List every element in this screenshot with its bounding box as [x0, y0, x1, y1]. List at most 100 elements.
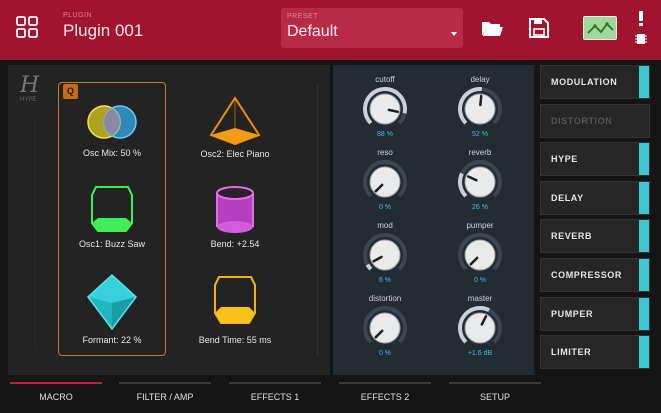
- mod-knob-dial[interactable]: [358, 232, 412, 276]
- macro-osc2[interactable]: Osc2: Elec Piano: [175, 95, 295, 159]
- fx-compressor[interactable]: COMPRESSOR: [540, 257, 650, 292]
- knob-label: pumper: [466, 221, 494, 230]
- fx-label: REVERB: [551, 231, 593, 242]
- knob-label: distortion: [368, 294, 402, 303]
- macro-bend[interactable]: Bend: +2.54: [175, 183, 295, 249]
- preset-dropdown[interactable]: Preset Default: [281, 8, 463, 48]
- tab-indicator: [119, 382, 211, 384]
- scrollbar[interactable]: [317, 85, 321, 355]
- knob-pumper[interactable]: pumper 0 %: [445, 221, 515, 284]
- knob-reverb[interactable]: reverb 26 %: [445, 148, 515, 211]
- tab-label: MACRO: [39, 392, 73, 402]
- fx-enable-tab[interactable]: [639, 181, 649, 214]
- fx-hype[interactable]: HYPE: [540, 142, 650, 177]
- knob-value: 0 %: [378, 350, 392, 357]
- knob-cap: [369, 312, 401, 344]
- fx-enable-tab[interactable]: [639, 220, 649, 253]
- knob-mod[interactable]: mod 6 %: [350, 221, 420, 284]
- knob-distortion[interactable]: distortion 0 %: [350, 294, 420, 357]
- macro-panel: H HYPE Q Osc Mix: 50 % Osc2: Elec Piano …: [8, 65, 330, 375]
- knob-cutoff[interactable]: cutoff 88 %: [350, 75, 420, 138]
- knob-delay[interactable]: delay 52 %: [445, 75, 515, 138]
- macro-label: Formant: 22 %: [82, 335, 142, 345]
- bottom-tab-bar: MACRO FILTER / AMP EFFECTS 1 EFFECTS 2 S…: [0, 380, 661, 413]
- fx-modulation[interactable]: MODULATION: [540, 65, 650, 99]
- plugin-name: Plugin 001: [63, 21, 144, 40]
- tab-label: FILTER / AMP: [136, 392, 194, 402]
- fx-label: LIMITER: [551, 347, 592, 358]
- plugin-caption: Plugin: [63, 12, 93, 19]
- fx-label: HYPE: [551, 154, 578, 165]
- tab-setup[interactable]: SETUP: [449, 380, 549, 413]
- knob-value-arc: [365, 263, 373, 271]
- knob-cap: [464, 239, 496, 271]
- tab-effects-2[interactable]: EFFECTS 2: [339, 380, 439, 413]
- master-knob-dial[interactable]: [453, 305, 507, 349]
- plugin-selector[interactable]: Plugin Plugin 001: [63, 12, 143, 41]
- grid-icon[interactable]: [15, 15, 39, 39]
- macro-label: Osc1: Buzz Saw: [78, 239, 146, 249]
- side-strip: [18, 120, 36, 350]
- delay-knob-dial[interactable]: [453, 86, 507, 130]
- q-badge[interactable]: Q: [63, 84, 78, 99]
- knob-cap: [464, 312, 496, 344]
- tab-macro[interactable]: MACRO: [10, 380, 110, 413]
- knob-label: reso: [377, 148, 393, 157]
- green-prism-icon: [91, 186, 133, 232]
- knob-value: 88 %: [377, 131, 393, 138]
- save-icon[interactable]: [527, 16, 551, 40]
- fx-delay[interactable]: DELAY: [540, 180, 650, 215]
- fx-limiter[interactable]: LIMITER: [540, 335, 650, 370]
- effects-list: MODULATION DISTORTION HYPE DELAY REVERB …: [540, 65, 650, 374]
- macro-label: Osc2: Elec Piano: [200, 149, 270, 159]
- fx-pumper[interactable]: PUMPER: [540, 296, 650, 331]
- knob-label: delay: [470, 75, 490, 84]
- macro-label: Osc Mix: 50 %: [82, 148, 141, 158]
- folder-icon[interactable]: [480, 16, 504, 40]
- knob-label: reverb: [468, 148, 492, 157]
- knob-label: mod: [377, 221, 393, 230]
- knob-value: 52 %: [472, 131, 488, 138]
- fx-label: MODULATION: [551, 77, 618, 87]
- preset-caption: Preset: [287, 13, 319, 20]
- reverb-knob-dial[interactable]: [453, 159, 507, 203]
- cylinder-icon: [216, 186, 254, 233]
- macro-bend-time[interactable]: Bend Time: 55 ms: [175, 273, 295, 345]
- knob-pointer: [479, 94, 483, 107]
- macro-osc1[interactable]: Osc1: Buzz Saw: [52, 183, 172, 249]
- macro-label: Bend Time: 55 ms: [198, 335, 272, 345]
- chevron-down-icon: [451, 32, 457, 36]
- distortion-knob-dial[interactable]: [358, 305, 412, 349]
- preset-value: Default: [287, 23, 338, 40]
- knob-value: 0 %: [378, 204, 392, 211]
- fx-enable-tab[interactable]: [639, 336, 649, 369]
- tab-label: SETUP: [479, 392, 510, 402]
- macro-formant[interactable]: Formant: 22 %: [52, 273, 172, 345]
- tab-indicator: [449, 382, 541, 384]
- fx-enable-tab[interactable]: [639, 66, 649, 98]
- tab-filter-amp[interactable]: FILTER / AMP: [119, 380, 219, 413]
- hype-logo-caption: HYPE: [20, 97, 37, 103]
- fx-distortion[interactable]: DISTORTION: [540, 103, 650, 138]
- cutoff-knob-dial[interactable]: [358, 86, 412, 130]
- fx-reverb[interactable]: REVERB: [540, 219, 650, 254]
- knob-cap: [369, 93, 401, 125]
- fx-enable-tab[interactable]: [639, 297, 649, 330]
- fx-enable-tab[interactable]: [639, 143, 649, 176]
- fx-label: DELAY: [551, 192, 584, 203]
- knob-label: master: [467, 294, 493, 303]
- tab-indicator: [10, 382, 102, 384]
- macro-osc-mix[interactable]: Osc Mix: 50 %: [52, 100, 172, 158]
- pumper-knob-dial[interactable]: [453, 232, 507, 276]
- reso-knob-dial[interactable]: [358, 159, 412, 203]
- waveform-button[interactable]: [583, 16, 617, 40]
- fx-enable-tab[interactable]: [639, 258, 649, 291]
- waveform-icon: [587, 22, 614, 34]
- knob-panel: cutoff 88 % delay 52 % reso 0 % reverb 2…: [333, 65, 534, 375]
- knob-reso[interactable]: reso 0 %: [350, 148, 420, 211]
- tab-effects-1[interactable]: EFFECTS 1: [229, 380, 329, 413]
- hype-logo: H: [20, 73, 40, 98]
- fx-label: COMPRESSOR: [551, 269, 623, 280]
- fx-label: DISTORTION: [551, 115, 613, 126]
- knob-master[interactable]: master +1.6 dB: [445, 294, 515, 357]
